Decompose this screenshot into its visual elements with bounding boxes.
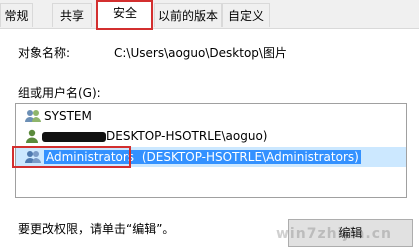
object-name-label: 对象名称:: [18, 46, 71, 60]
list-item-label: DESKTOP-HSOTRLE\aoguo): [106, 129, 268, 143]
list-item[interactable]: DESKTOP-HSOTRLE\aoguo): [16, 126, 406, 146]
administrators-domain: (DESKTOP-HSOTRLE\Administrators): [136, 150, 361, 164]
tab-general[interactable]: 常规: [0, 3, 33, 27]
tab-previous-versions[interactable]: 以前的版本: [154, 3, 222, 27]
tab-security[interactable]: 安全: [97, 0, 153, 29]
groups-label: 组或用户名(G):: [18, 86, 101, 100]
users-group-icon: [25, 151, 41, 163]
list-item-selected[interactable]: Administrators (DESKTOP-HSOTRLE\Administ…: [16, 147, 406, 167]
tab-sharing[interactable]: 共享: [52, 3, 92, 27]
list-item-label: SYSTEM: [44, 109, 92, 123]
redacted-username: [42, 132, 106, 142]
watermark: win7zhijia.cn: [276, 226, 392, 242]
edit-hint: 要更改权限，请单击“编辑”。: [18, 222, 175, 236]
list-item[interactable]: SYSTEM: [16, 106, 406, 126]
list-item-label: Administrators (DESKTOP-HSOTRLE\Administ…: [44, 147, 361, 167]
users-group-icon: [25, 110, 41, 122]
administrators-label: Administrators: [44, 150, 137, 164]
object-name-value: C:\Users\aoguo\Desktop\图片: [114, 46, 287, 60]
tab-customize[interactable]: 自定义: [222, 3, 270, 27]
tab-bar: 常规 共享 以前的版本 自定义 安全: [0, 0, 419, 29]
groups-list[interactable]: SYSTEM DESKTOP-HSOTRLE\aoguo) Administra…: [15, 103, 407, 198]
user-icon: [26, 129, 38, 143]
